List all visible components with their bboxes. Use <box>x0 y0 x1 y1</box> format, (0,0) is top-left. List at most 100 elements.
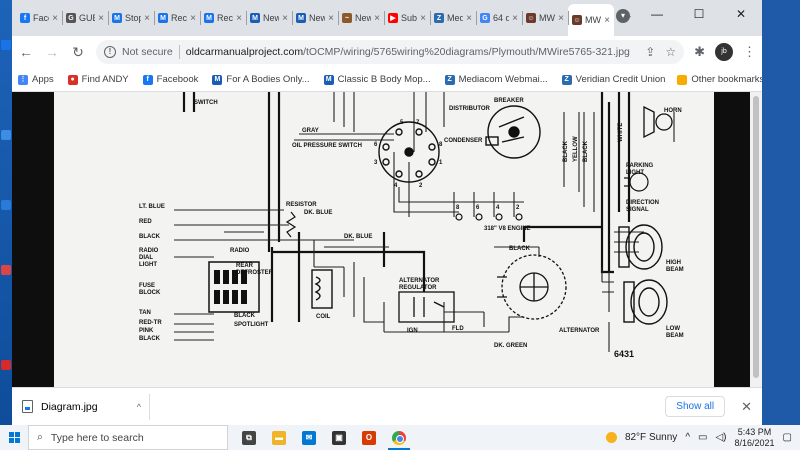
tab-1[interactable]: GGUEST× <box>62 4 108 32</box>
tab-close-icon[interactable]: × <box>466 13 472 24</box>
tab-close-icon[interactable]: × <box>604 15 610 26</box>
bookmark-label: Find ANDY <box>81 74 129 85</box>
download-item[interactable]: Diagram.jpg ^ <box>22 393 150 420</box>
back-button[interactable]: ← <box>18 44 34 60</box>
tray-arrow-icon[interactable]: ^ <box>685 432 690 443</box>
tab-6[interactable]: MNew p× <box>292 4 338 32</box>
office-taskbar-button[interactable]: O <box>362 425 376 450</box>
label-black: BLACK <box>139 234 161 240</box>
tab-close-icon[interactable]: × <box>512 13 518 24</box>
network-icon[interactable]: ▭ <box>698 432 707 443</box>
label-breaker: BREAKER <box>494 98 524 104</box>
tab-close-icon[interactable]: × <box>52 13 58 24</box>
tab-5[interactable]: MNew p× <box>246 4 292 32</box>
tab-4[interactable]: MRecent× <box>200 4 246 32</box>
show-all-button[interactable]: Show all <box>665 396 726 417</box>
label-radio: RADIO <box>230 248 250 254</box>
label-black-alt: BLACK <box>509 246 531 252</box>
bookmark-item[interactable]: Z Veridian Credit Union <box>561 74 665 85</box>
tab-8[interactable]: ▶Subscr× <box>384 4 430 32</box>
bookmark-label: For A Bodies Only... <box>226 74 310 85</box>
tab-close-icon[interactable]: × <box>282 13 288 24</box>
tab-3[interactable]: MRecent× <box>154 4 200 32</box>
volume-icon[interactable]: ◁) <box>715 432 726 443</box>
label-pink: PINK <box>139 328 154 334</box>
url-path: /tOCMP/wiring/5765wiring%20diagrams/Plym… <box>303 46 630 58</box>
tab-close-icon[interactable]: × <box>190 13 196 24</box>
tab-0[interactable]: fFacebo× <box>16 4 62 32</box>
desktop-icon[interactable] <box>1 200 11 210</box>
wiring-diagram-svg: SWITCH GRAY OIL PRESSURE SWITCH DISTRIBU… <box>139 92 684 359</box>
low-beam-lamp-icon <box>623 279 668 325</box>
scrollbar[interactable] <box>750 92 762 387</box>
tab-close-icon[interactable]: × <box>558 13 564 24</box>
label-parking-light: PARKING LIGHT <box>626 163 654 176</box>
bookmark-icon: Z <box>444 74 455 85</box>
tab-title: Recent <box>171 13 188 23</box>
label-fire-2: 2 <box>516 205 520 211</box>
desktop-icon[interactable] <box>1 265 11 275</box>
menu-icon[interactable]: ⋮ <box>743 44 756 60</box>
task-view-taskbar-button[interactable]: ⧉ <box>242 425 256 450</box>
tab-favicon-icon: G <box>66 13 76 23</box>
scrollbar-thumb[interactable] <box>753 96 759 378</box>
tab-close-icon[interactable]: × <box>328 13 334 24</box>
tab-close-icon[interactable]: × <box>144 13 150 24</box>
office-icon: O <box>362 430 376 445</box>
bookmark-icon <box>677 74 688 85</box>
tab-title: 64 doo <box>493 13 510 23</box>
alternator-icon <box>497 254 567 320</box>
tab-9[interactable]: ZMedia× <box>430 4 476 32</box>
desktop-icon[interactable] <box>1 40 11 50</box>
close-downloads-icon[interactable]: ✕ <box>741 399 752 415</box>
tab-11[interactable]: ☺MWire× <box>522 4 568 32</box>
start-button[interactable] <box>0 425 28 450</box>
desktop-icon[interactable] <box>1 130 11 140</box>
bookmark-item[interactable]: M For A Bodies Only... <box>212 74 310 85</box>
label-low-beam: LOW BEAM <box>666 326 684 339</box>
image-file-icon <box>22 400 33 413</box>
chrome-taskbar-button[interactable] <box>388 425 410 450</box>
reload-button[interactable]: ↻ <box>70 44 86 61</box>
share-icon[interactable]: ⇪ <box>645 45 655 59</box>
tab-close-icon[interactable]: × <box>236 13 242 24</box>
tab-close-icon[interactable]: × <box>420 13 426 24</box>
taskbar-search[interactable]: ⌕ Type here to search <box>28 425 228 450</box>
mail-taskbar-button[interactable]: ✉ <box>302 425 316 450</box>
download-options-chevron[interactable]: ^ <box>137 402 141 412</box>
bookmark-item[interactable]: ● Find ANDY <box>67 74 129 85</box>
extensions-icon[interactable]: ✱ <box>694 44 705 60</box>
minimize-button[interactable]: — <box>636 0 678 28</box>
close-window-button[interactable]: ✕ <box>720 0 762 28</box>
bookmark-item[interactable]: Z Mediacom Webmai... <box>444 74 548 85</box>
tab-search-icon[interactable]: ▾ <box>616 9 630 23</box>
tab-7[interactable]: ~New p× <box>338 4 384 32</box>
tab-close-icon[interactable]: × <box>374 13 380 24</box>
address-bar[interactable]: ! Not secure oldcarmanualproject.com/tOC… <box>96 40 685 64</box>
info-icon[interactable]: ! <box>104 46 116 58</box>
bookmark-item[interactable]: ⋮ Apps <box>18 74 54 85</box>
tab-10[interactable]: G64 doo× <box>476 4 522 32</box>
clock[interactable]: 5:43 PM 8/16/2021 <box>735 427 775 449</box>
tab-2[interactable]: MStop in× <box>108 4 154 32</box>
bookmark-label: Facebook <box>156 74 199 85</box>
bookmark-icon: Z <box>561 74 572 85</box>
weather-text[interactable]: 82°F Sunny <box>625 432 677 443</box>
desktop-icon[interactable] <box>1 360 11 370</box>
forward-button[interactable]: → <box>44 44 60 60</box>
tab-12[interactable]: ☺ MW × <box>568 4 614 36</box>
store-taskbar-button[interactable]: ▣ <box>332 425 346 450</box>
file-explorer-taskbar-button[interactable]: ▬ <box>272 425 286 450</box>
bookmark-star-icon[interactable]: ☆ <box>665 45 676 59</box>
tab-close-icon[interactable]: × <box>98 13 104 24</box>
profile-avatar[interactable]: jb <box>715 43 733 61</box>
security-status[interactable]: Not secure <box>122 46 173 58</box>
bookmark-item[interactable]: Other bookmarks <box>677 74 762 85</box>
maximize-button[interactable]: ☐ <box>678 0 720 28</box>
notifications-icon[interactable]: ▢ <box>783 432 792 443</box>
url-text[interactable]: oldcarmanualproject.com/tOCMP/wiring/576… <box>186 46 630 58</box>
label-coil: COIL <box>316 314 331 320</box>
bookmark-item[interactable]: f Facebook <box>142 74 199 85</box>
label-spotlight: SPOTLIGHT <box>234 322 269 328</box>
bookmark-item[interactable]: M Classic B Body Mop... <box>323 74 431 85</box>
